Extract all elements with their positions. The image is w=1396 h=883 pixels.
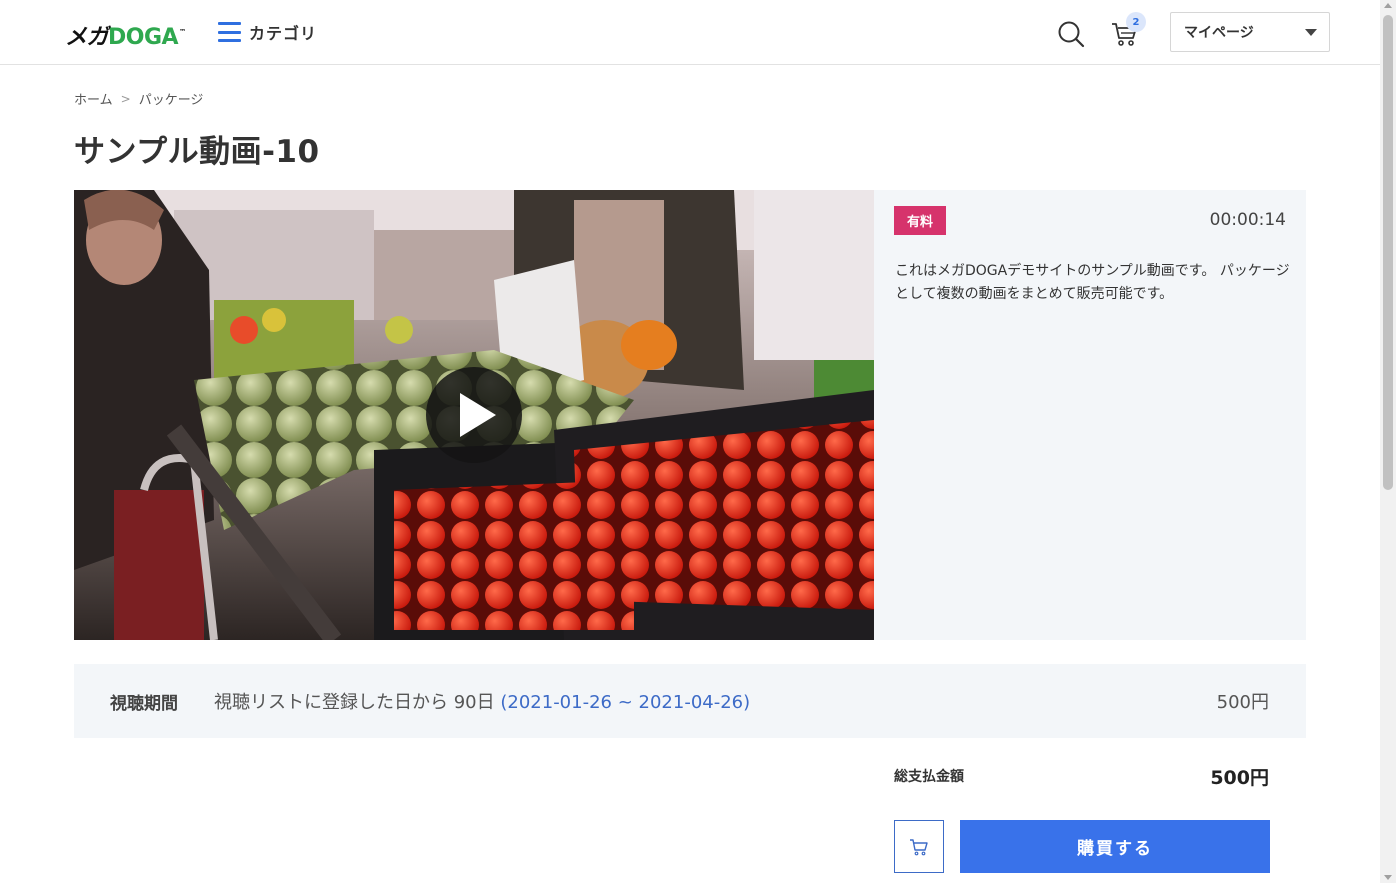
breadcrumb-home-link[interactable]: ホーム: [74, 89, 113, 108]
viewing-period-label: 視聴期間: [110, 693, 178, 714]
logo-text-jp: メガ: [65, 25, 109, 50]
breadcrumb-current: パッケージ: [138, 93, 204, 108]
cart-count-badge: 2: [1126, 12, 1146, 32]
viewing-period-dates: (2021-01-26 ~ 2021-04-26): [500, 692, 751, 713]
scrollbar-thumb[interactable]: [1383, 15, 1393, 490]
cart-icon: [910, 838, 928, 855]
scroll-up-arrow-icon[interactable]: [1384, 3, 1392, 8]
video-info-panel: 有料 00:00:14 これはメガDOGAデモサイトのサンプル動画です。 パッケ…: [874, 190, 1306, 640]
breadcrumb: ホーム > パッケージ: [74, 89, 204, 109]
breadcrumb-separator: >: [120, 91, 131, 106]
purchase-button[interactable]: 購買する: [960, 820, 1270, 873]
video-player[interactable]: [74, 190, 874, 640]
search-icon[interactable]: [1057, 20, 1085, 48]
total-label: 総支払金額: [894, 769, 964, 785]
logo-text-en: DOGA: [108, 25, 179, 50]
scroll-down-arrow-icon[interactable]: [1384, 875, 1392, 880]
video-description: これはメガDOGAデモサイトのサンプル動画です。 パッケージとして複数の動画をま…: [895, 263, 1290, 302]
chevron-down-icon: [1305, 29, 1317, 36]
viewing-period-row: 視聴期間 視聴リストに登録した日から 90日 (2021-01-26 ~ 202…: [74, 664, 1306, 738]
play-button[interactable]: [426, 367, 522, 463]
period-price: 500円: [1216, 692, 1269, 713]
total-value: 500円: [1210, 767, 1269, 789]
mypage-dropdown[interactable]: マイページ: [1170, 12, 1330, 52]
hamburger-icon: [218, 22, 241, 42]
page-scrollbar[interactable]: [1380, 0, 1396, 883]
category-menu-button[interactable]: カテゴリ: [218, 20, 317, 44]
category-label: カテゴリ: [249, 24, 318, 43]
site-logo[interactable]: メガ DOGA ™: [65, 19, 186, 50]
viewing-period-description: 視聴リストに登録した日から 90日: [214, 692, 495, 713]
mypage-label: マイページ: [1184, 25, 1254, 41]
page-title: サンプル動画-10: [74, 134, 320, 170]
paid-badge: 有料: [894, 206, 947, 235]
add-to-cart-button[interactable]: [894, 820, 944, 873]
video-duration: 00:00:14: [1209, 210, 1286, 230]
site-header: メガ DOGA ™ カテゴリ 2 マイページ: [0, 0, 1380, 65]
viewing-period-text: 視聴リストに登録した日から 90日 (2021-01-26 ~ 2021-04-…: [214, 688, 750, 714]
logo-trademark: ™: [179, 28, 186, 36]
